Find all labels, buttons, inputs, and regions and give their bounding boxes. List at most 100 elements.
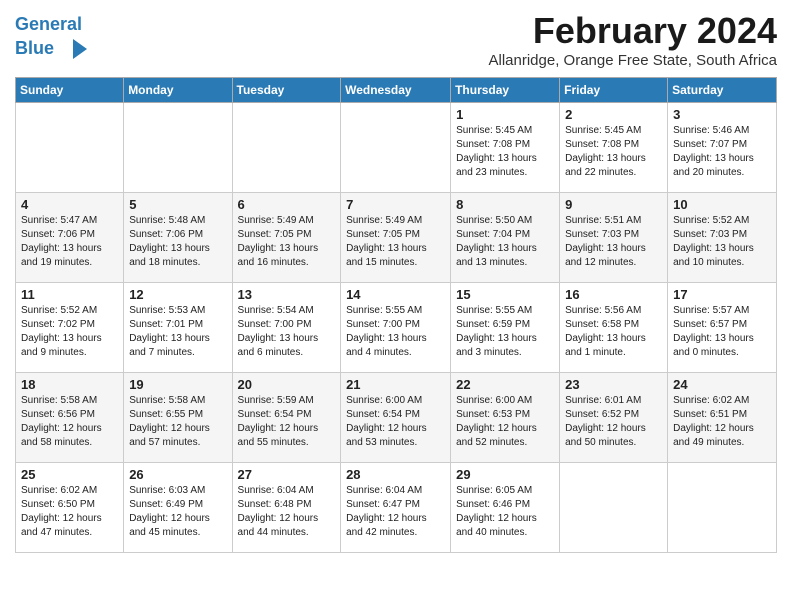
day-cell: 11Sunrise: 5:52 AM Sunset: 7:02 PM Dayli… — [16, 283, 124, 373]
day-number: 23 — [565, 377, 662, 392]
day-info: Sunrise: 6:00 AM Sunset: 6:53 PM Dayligh… — [456, 394, 554, 450]
day-cell: 14Sunrise: 5:55 AM Sunset: 7:00 PM Dayli… — [341, 283, 451, 373]
title-block: February 2024 Allanridge, Orange Free St… — [489, 10, 778, 69]
day-cell: 13 Sunrise: 5:54 AM Sunset: 7:00 PM Dayli… — [232, 283, 341, 373]
logo: General Blue — [15, 15, 91, 63]
day-info: Sunrise: 5:56 AM Sunset: 6:58 PM Dayligh… — [565, 304, 662, 360]
day-number: 21 — [346, 377, 445, 392]
calendar-table: SundayMondayTuesdayWednesdayThursdayFrid… — [15, 77, 777, 553]
day-cell: 20Sunrise: 5:59 AM Sunset: 6:54 PM Dayli… — [232, 373, 341, 463]
day-cell: 9 Sunrise: 5:51 AM Sunset: 7:03 PM Daylig… — [560, 193, 668, 283]
location-subtitle: Allanridge, Orange Free State, South Afr… — [489, 52, 778, 69]
day-number: 13 — [238, 287, 336, 302]
day-info: Sunrise: 6:01 AM Sunset: 6:52 PM Dayligh… — [565, 394, 662, 450]
day-cell: 17Sunrise: 5:57 AM Sunset: 6:57 PM Dayli… — [668, 283, 777, 373]
day-number: 1 — [456, 107, 554, 122]
logo-blue: Blue — [15, 38, 54, 58]
day-number: 10 — [673, 197, 771, 212]
day-cell: 1 Sunrise: 5:45 AM Sunset: 7:08 PM Daylig… — [451, 103, 560, 193]
day-info: Sunrise: 5:51 AM Sunset: 7:03 PM Dayligh… — [565, 214, 662, 270]
day-number: 2 — [565, 107, 662, 122]
month-title: February 2024 — [489, 10, 778, 52]
day-cell: 8 Sunrise: 5:50 AM Sunset: 7:04 PM Daylig… — [451, 193, 560, 283]
day-number: 12 — [129, 287, 226, 302]
day-number: 5 — [129, 197, 226, 212]
col-header-tuesday: Tuesday — [232, 78, 341, 103]
week-row-3: 11Sunrise: 5:52 AM Sunset: 7:02 PM Dayli… — [16, 283, 777, 373]
col-header-monday: Monday — [124, 78, 232, 103]
day-number: 18 — [21, 377, 118, 392]
day-number: 28 — [346, 467, 445, 482]
day-info: Sunrise: 5:47 AM Sunset: 7:06 PM Dayligh… — [21, 214, 118, 270]
day-number: 27 — [238, 467, 336, 482]
day-cell: 18 Sunrise: 5:58 AM Sunset: 6:56 PM Dayli… — [16, 373, 124, 463]
week-row-2: 4Sunrise: 5:47 AM Sunset: 7:06 PM Daylig… — [16, 193, 777, 283]
day-cell: 15 Sunrise: 5:55 AM Sunset: 6:59 PM Dayli… — [451, 283, 560, 373]
day-number: 14 — [346, 287, 445, 302]
col-header-sunday: Sunday — [16, 78, 124, 103]
day-cell: 22 Sunrise: 6:00 AM Sunset: 6:53 PM Dayli… — [451, 373, 560, 463]
day-number: 16 — [565, 287, 662, 302]
day-number: 20 — [238, 377, 336, 392]
page-header: General Blue February 2024 Allanridge, O… — [15, 10, 777, 69]
day-cell: 3 Sunrise: 5:46 AM Sunset: 7:07 PM Daylig… — [668, 103, 777, 193]
day-cell — [124, 103, 232, 193]
week-row-1: 1 Sunrise: 5:45 AM Sunset: 7:08 PM Daylig… — [16, 103, 777, 193]
day-number: 22 — [456, 377, 554, 392]
day-info: Sunrise: 6:02 AM Sunset: 6:50 PM Dayligh… — [21, 484, 118, 540]
day-info: Sunrise: 5:55 AM Sunset: 6:59 PM Dayligh… — [456, 304, 554, 360]
day-cell — [341, 103, 451, 193]
day-cell: 7 Sunrise: 5:49 AM Sunset: 7:05 PM Daylig… — [341, 193, 451, 283]
header-row: SundayMondayTuesdayWednesdayThursdayFrid… — [16, 78, 777, 103]
day-info: Sunrise: 6:03 AM Sunset: 6:49 PM Dayligh… — [129, 484, 226, 540]
day-number: 7 — [346, 197, 445, 212]
day-info: Sunrise: 6:02 AM Sunset: 6:51 PM Dayligh… — [673, 394, 771, 450]
day-number: 9 — [565, 197, 662, 212]
day-cell: 6Sunrise: 5:49 AM Sunset: 7:05 PM Daylig… — [232, 193, 341, 283]
day-info: Sunrise: 5:57 AM Sunset: 6:57 PM Dayligh… — [673, 304, 771, 360]
day-cell: 19Sunrise: 5:58 AM Sunset: 6:55 PM Dayli… — [124, 373, 232, 463]
day-cell: 10 Sunrise: 5:52 AM Sunset: 7:03 PM Dayli… — [668, 193, 777, 283]
day-cell: 21 Sunrise: 6:00 AM Sunset: 6:54 PM Dayli… — [341, 373, 451, 463]
day-info: Sunrise: 5:54 AM Sunset: 7:00 PM Dayligh… — [238, 304, 336, 360]
col-header-saturday: Saturday — [668, 78, 777, 103]
day-cell: 16 Sunrise: 5:56 AM Sunset: 6:58 PM Dayli… — [560, 283, 668, 373]
day-info: Sunrise: 5:49 AM Sunset: 7:05 PM Dayligh… — [238, 214, 336, 270]
logo-line1: General — [15, 15, 91, 35]
day-number: 25 — [21, 467, 118, 482]
day-cell: 4Sunrise: 5:47 AM Sunset: 7:06 PM Daylig… — [16, 193, 124, 283]
day-cell — [560, 463, 668, 553]
day-info: Sunrise: 6:05 AM Sunset: 6:46 PM Dayligh… — [456, 484, 554, 540]
logo-general: General — [15, 14, 82, 34]
day-info: Sunrise: 5:45 AM Sunset: 7:08 PM Dayligh… — [456, 124, 554, 180]
day-number: 15 — [456, 287, 554, 302]
day-cell: 28 Sunrise: 6:04 AM Sunset: 6:47 PM Dayli… — [341, 463, 451, 553]
day-cell — [16, 103, 124, 193]
day-cell: 12 Sunrise: 5:53 AM Sunset: 7:01 PM Dayli… — [124, 283, 232, 373]
day-info: Sunrise: 5:49 AM Sunset: 7:05 PM Dayligh… — [346, 214, 445, 270]
day-info: Sunrise: 5:46 AM Sunset: 7:07 PM Dayligh… — [673, 124, 771, 180]
col-header-wednesday: Wednesday — [341, 78, 451, 103]
day-number: 3 — [673, 107, 771, 122]
day-number: 19 — [129, 377, 226, 392]
day-number: 24 — [673, 377, 771, 392]
day-number: 8 — [456, 197, 554, 212]
day-cell — [232, 103, 341, 193]
week-row-5: 25 Sunrise: 6:02 AM Sunset: 6:50 PM Dayli… — [16, 463, 777, 553]
day-cell: 27Sunrise: 6:04 AM Sunset: 6:48 PM Dayli… — [232, 463, 341, 553]
day-info: Sunrise: 5:53 AM Sunset: 7:01 PM Dayligh… — [129, 304, 226, 360]
day-number: 29 — [456, 467, 554, 482]
day-info: Sunrise: 5:58 AM Sunset: 6:56 PM Dayligh… — [21, 394, 118, 450]
day-cell: 2Sunrise: 5:45 AM Sunset: 7:08 PM Daylig… — [560, 103, 668, 193]
col-header-friday: Friday — [560, 78, 668, 103]
day-info: Sunrise: 6:00 AM Sunset: 6:54 PM Dayligh… — [346, 394, 445, 450]
day-cell: 23 Sunrise: 6:01 AM Sunset: 6:52 PM Dayli… — [560, 373, 668, 463]
day-info: Sunrise: 5:52 AM Sunset: 7:03 PM Dayligh… — [673, 214, 771, 270]
day-cell — [668, 463, 777, 553]
day-info: Sunrise: 6:04 AM Sunset: 6:47 PM Dayligh… — [346, 484, 445, 540]
day-info: Sunrise: 5:50 AM Sunset: 7:04 PM Dayligh… — [456, 214, 554, 270]
day-info: Sunrise: 5:52 AM Sunset: 7:02 PM Dayligh… — [21, 304, 118, 360]
day-cell: 25 Sunrise: 6:02 AM Sunset: 6:50 PM Dayli… — [16, 463, 124, 553]
day-cell: 26Sunrise: 6:03 AM Sunset: 6:49 PM Dayli… — [124, 463, 232, 553]
col-header-thursday: Thursday — [451, 78, 560, 103]
